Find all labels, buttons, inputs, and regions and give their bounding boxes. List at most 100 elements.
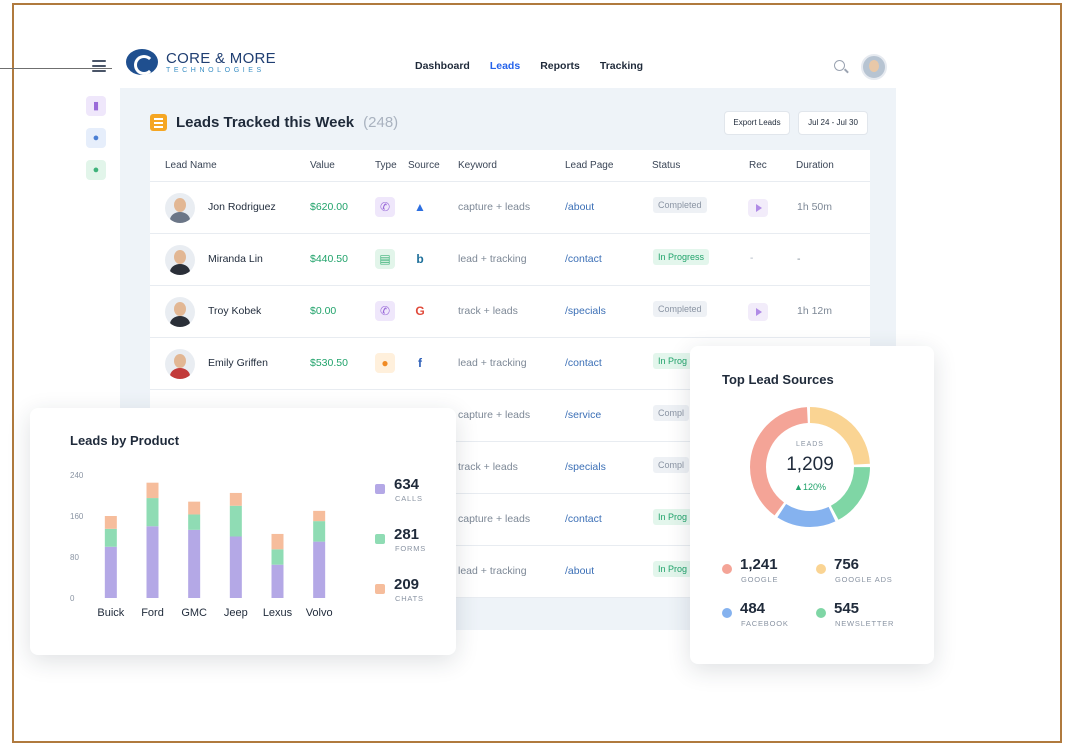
lead-duration: - (797, 253, 801, 265)
legend-facebook-swatch (722, 608, 732, 618)
legend-google-value: 1,241 (740, 556, 778, 573)
legend-forms-value: 281 (394, 526, 420, 543)
x-tick-label: Ford (141, 607, 164, 619)
status-badge: In Prog (653, 353, 693, 369)
legend-calls-label: CALLS (395, 494, 423, 503)
bar-segment-chats (313, 510, 326, 522)
y-tick-label: 80 (70, 553, 79, 562)
bar-segment-calls (313, 541, 326, 598)
hamburger-menu-icon[interactable] (92, 60, 106, 72)
card-title: Top Lead Sources (722, 372, 834, 387)
bar-segment-calls (104, 546, 117, 598)
legend-forms-label: FORMS (395, 544, 427, 553)
sidebar: ▮ ● ● (86, 96, 110, 192)
y-tick-label: 240 (70, 471, 84, 480)
report-icon (150, 114, 167, 131)
lead-page-link[interactable]: /about (565, 565, 594, 577)
legend-google-swatch (722, 564, 732, 574)
lead-page-link[interactable]: /contact (565, 513, 602, 525)
nav-leads[interactable]: Leads (490, 60, 520, 72)
lead-keyword: lead + tracking (458, 253, 527, 265)
legend-google-ads-value: 756 (834, 556, 860, 573)
legend-chats-label: CHATS (395, 594, 424, 603)
status-badge: In Prog (653, 561, 693, 577)
export-leads-button[interactable]: Export Leads (724, 111, 790, 135)
col-duration[interactable]: Duration (796, 160, 834, 171)
form-icon: ▤ (375, 249, 395, 269)
x-tick-label: GMC (181, 607, 207, 619)
bar-segment-chats (146, 482, 159, 499)
table-row[interactable]: Miranda Lin $440.50 ▤ b lead + tracking/cont… (150, 234, 870, 286)
table-header: Lead Name Value Type Source Keyword Lead… (150, 150, 870, 182)
bar-segment-chats (104, 516, 117, 529)
lead-name[interactable]: Troy Kobek (208, 305, 261, 317)
table-row[interactable]: Troy Kobek $0.00 ✆ Gtrack + leads/specials C… (150, 286, 870, 338)
lead-page-link[interactable]: /contact (565, 253, 602, 265)
lead-value: $440.50 (310, 253, 348, 265)
donut-center-label: LEADS (796, 441, 824, 448)
lead-keyword: capture + leads (458, 201, 531, 213)
lead-keyword: capture + leads (458, 409, 531, 421)
bar-segment-forms (229, 505, 242, 537)
brand-logo[interactable]: CORE & MORE TECHNOLOGIES (126, 48, 296, 78)
status-badge: Compl (653, 405, 690, 421)
col-rec[interactable]: Rec (749, 160, 767, 171)
brand-name: CORE & MORE (166, 50, 276, 67)
legend-calls-swatch (375, 484, 385, 494)
play-recording-icon[interactable] (748, 303, 768, 321)
user-icon[interactable]: ● (86, 160, 106, 180)
group-icon[interactable]: ● (86, 128, 106, 148)
lead-avatar (165, 245, 195, 275)
avatar[interactable] (861, 54, 887, 80)
nav-dashboard[interactable]: Dashboard (415, 60, 470, 72)
bar-segment-chats (271, 533, 284, 550)
google-ads-icon: ▲ (414, 200, 426, 214)
bar-segment-calls (146, 526, 159, 598)
bar-segment-forms (188, 514, 201, 530)
legend-chats-value: 209 (394, 576, 420, 593)
lead-name[interactable]: Jon Rodriguez (208, 201, 276, 213)
lead-name[interactable]: Emily Griffen (208, 357, 268, 369)
col-keyword[interactable]: Keyword (458, 160, 497, 171)
x-tick-label: Buick (97, 607, 124, 619)
building-icon[interactable]: ▮ (86, 96, 106, 116)
logo-mark-icon (126, 49, 158, 75)
date-range-button[interactable]: Jul 24 - Jul 30 (798, 111, 868, 135)
col-lead-page[interactable]: Lead Page (565, 160, 613, 171)
table-row[interactable]: Jon Rodriguez $620.00 ✆ ▲ capture + leads/ab… (150, 182, 870, 234)
nav-reports[interactable]: Reports (540, 60, 580, 72)
bar-segment-forms (313, 521, 326, 542)
lead-page-link[interactable]: /specials (565, 461, 606, 473)
phone-icon: ✆ (375, 197, 395, 217)
brand-tagline: TECHNOLOGIES (166, 67, 265, 74)
legend-google-ads-swatch (816, 564, 826, 574)
bar-segment-forms (271, 549, 284, 565)
col-type[interactable]: Type (375, 160, 397, 171)
bar-segment-calls (271, 564, 284, 598)
lead-keyword: lead + tracking (458, 565, 527, 577)
search-icon[interactable] (834, 60, 845, 71)
page-title: Leads Tracked this Week (176, 114, 355, 131)
legend-calls-value: 634 (394, 476, 420, 493)
lead-keyword: track + leads (458, 305, 518, 317)
lead-page-link[interactable]: /contact (565, 357, 602, 369)
lead-avatar (165, 297, 195, 327)
col-lead-name[interactable]: Lead Name (165, 160, 217, 171)
google-icon: G (415, 304, 425, 318)
lead-avatar (165, 193, 195, 223)
lead-page-link[interactable]: /specials (565, 305, 606, 317)
lead-keyword: lead + tracking (458, 357, 527, 369)
bar-segment-chats (229, 492, 242, 506)
col-value[interactable]: Value (310, 160, 335, 171)
col-status[interactable]: Status (652, 160, 680, 171)
lead-name[interactable]: Miranda Lin (208, 253, 263, 265)
leads-by-product-card: Leads by Product 0 80 160 240 Buick Ford GMC Je… (30, 408, 456, 655)
lead-page-link[interactable]: /service (565, 409, 601, 421)
play-recording-icon[interactable] (748, 199, 768, 217)
donut-center-value: 1,209 (786, 454, 834, 475)
nav-tracking[interactable]: Tracking (600, 60, 643, 72)
lead-page-link[interactable]: /about (565, 201, 594, 213)
x-tick-label: Volvo (306, 607, 333, 619)
col-source[interactable]: Source (408, 160, 440, 171)
leads-by-product-chart: 0 80 160 240 Buick Ford GMC Jeep Lexus Volvo (70, 471, 333, 619)
